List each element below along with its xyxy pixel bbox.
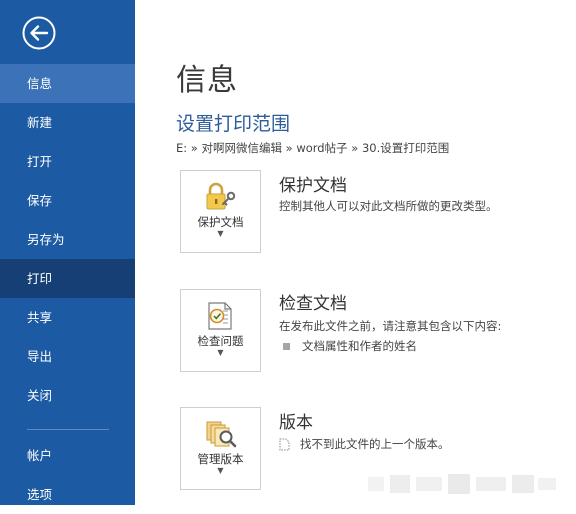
manage-versions-button[interactable]: 管理版本 ▼ — [180, 407, 261, 490]
back-arrow-circle-icon — [22, 16, 56, 50]
manage-versions-tile-label: 管理版本 — [197, 452, 244, 466]
lock-key-icon — [206, 182, 236, 210]
chevron-down-icon: ▼ — [217, 348, 224, 357]
inspect-document-description: 在发布此文件之前，请注意其包含以下内容: — [279, 319, 502, 333]
inspect-document-icon — [208, 302, 232, 330]
check-for-issues-button[interactable]: 检查问题 ▼ — [180, 289, 261, 372]
sidebar-item-close[interactable]: 关闭 — [0, 376, 135, 415]
protect-document-description: 控制其他人可以对此文档所做的更改类型。 — [279, 199, 498, 213]
bullet-icon — [283, 343, 290, 350]
manage-versions-icon — [206, 421, 237, 448]
protect-document-button[interactable]: 保护文档 ▼ — [180, 170, 261, 253]
sidebar-item-share[interactable]: 共享 — [0, 298, 135, 337]
back-button[interactable] — [22, 16, 56, 50]
sidebar-item-open[interactable]: 打开 — [0, 142, 135, 181]
versions-description: 找不到此文件的上一个版本。 — [300, 437, 450, 451]
document-dashed-icon — [279, 438, 290, 451]
sidebar-item-new[interactable]: 新建 — [0, 103, 135, 142]
inspect-document-heading: 检查文档 — [279, 294, 347, 314]
check-for-issues-tile-label: 检查问题 — [197, 334, 244, 348]
versions-heading: 版本 — [279, 413, 313, 433]
protect-document-tile-label: 保护文档 — [197, 215, 244, 229]
sidebar-item-print[interactable]: 打印 — [0, 259, 135, 298]
inspect-document-bullet: 文档属性和作者的姓名 — [283, 338, 417, 354]
sidebar-item-export[interactable]: 导出 — [0, 337, 135, 376]
file-path-breadcrumb[interactable]: E: » 对啊网微信编辑 » word帖子 » 30.设置打印范围 — [176, 140, 449, 156]
chevron-down-icon: ▼ — [217, 466, 224, 475]
sidebar-item-info[interactable]: 信息 — [0, 64, 135, 103]
document-title: 设置打印范围 — [176, 113, 291, 135]
versions-description-row: 找不到此文件的上一个版本。 — [279, 436, 450, 452]
page-title: 信息 — [176, 63, 238, 98]
sidebar-item-save-as[interactable]: 另存为 — [0, 220, 135, 259]
protect-document-heading: 保护文档 — [279, 176, 347, 196]
sidebar-item-account[interactable]: 帐户 — [0, 436, 135, 475]
info-pane: 信息 设置打印范围 E: » 对啊网微信编辑 » word帖子 » 30.设置打… — [135, 0, 576, 505]
chevron-down-icon: ▼ — [217, 229, 224, 238]
sidebar-item-save[interactable]: 保存 — [0, 181, 135, 220]
sidebar-item-options[interactable]: 选项 — [0, 475, 135, 514]
bullet-text: 文档属性和作者的姓名 — [302, 339, 417, 353]
sidebar-divider — [27, 429, 109, 430]
backstage-sidebar: 信息 新建 打开 保存 另存为 打印 共享 导出 关闭 帐户 选项 — [0, 0, 135, 505]
watermark-image — [368, 471, 558, 497]
